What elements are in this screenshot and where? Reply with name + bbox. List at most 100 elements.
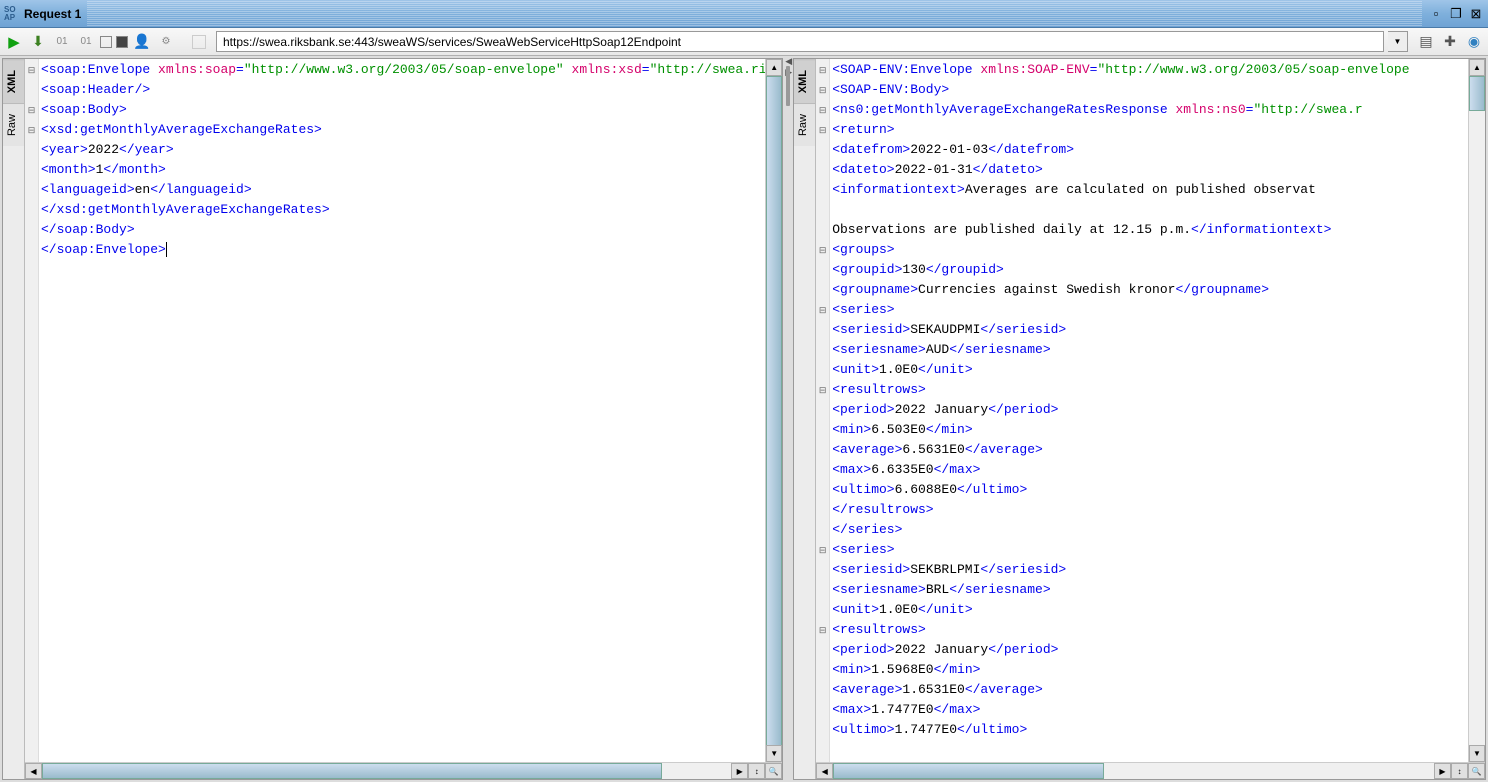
record-button[interactable]	[116, 36, 128, 48]
code-line[interactable]: <seriesid>SEKBRLPMI</seriesid>	[832, 560, 1485, 580]
code-line[interactable]: <min>6.503E0</min>	[832, 420, 1485, 440]
fold-toggle[interactable]	[816, 180, 829, 200]
code-line[interactable]: <xsd:getMonthlyAverageExchangeRates>	[41, 120, 782, 140]
create-script-button[interactable]: 01	[52, 32, 72, 52]
line-wrap-button[interactable]: ↕	[1451, 763, 1468, 779]
code-line[interactable]: <average>6.5631E0</average>	[832, 440, 1485, 460]
scroll-thumb-h[interactable]	[833, 763, 1103, 779]
fold-toggle[interactable]	[816, 500, 829, 520]
fold-toggle[interactable]: ⊟	[816, 100, 829, 120]
code-line[interactable]: <groupname>Currencies against Swedish kr…	[832, 280, 1485, 300]
request-tab-raw[interactable]: Raw	[3, 103, 24, 146]
add-to-testcase-button[interactable]: ⬇	[28, 32, 48, 52]
fold-toggle[interactable]	[816, 220, 829, 240]
fold-toggle[interactable]: ⊟	[816, 300, 829, 320]
code-line[interactable]: <SOAP-ENV:Envelope xmlns:SOAP-ENV="http:…	[832, 60, 1485, 80]
fold-toggle[interactable]	[25, 200, 38, 220]
run-button[interactable]: ▶	[4, 32, 24, 52]
code-line[interactable]: <max>6.6335E0</max>	[832, 460, 1485, 480]
scroll-thumb[interactable]	[766, 76, 782, 756]
code-line[interactable]: <unit>1.0E0</unit>	[832, 360, 1485, 380]
code-line[interactable]: <languageid>en</languageid>	[41, 180, 782, 200]
scroll-up-icon[interactable]: ▲	[766, 59, 782, 76]
settings-button[interactable]: ⚙	[156, 32, 176, 52]
fold-toggle[interactable]	[816, 420, 829, 440]
code-line[interactable]: </soap:Envelope>	[41, 240, 782, 260]
fold-toggle[interactable]	[816, 680, 829, 700]
fold-toggle[interactable]	[816, 260, 829, 280]
fold-toggle[interactable]	[25, 240, 38, 260]
create-script2-button[interactable]: 01	[76, 32, 96, 52]
fold-toggle[interactable]	[816, 160, 829, 180]
fold-toggle[interactable]: ⊟	[816, 240, 829, 260]
fold-toggle[interactable]	[816, 400, 829, 420]
scroll-down-icon[interactable]: ▼	[766, 745, 782, 762]
fold-toggle[interactable]	[25, 160, 38, 180]
fold-toggle[interactable]	[816, 340, 829, 360]
code-line[interactable]: <soap:Header/>	[41, 80, 782, 100]
fold-toggle[interactable]: ⊟	[25, 100, 38, 120]
code-line[interactable]	[832, 200, 1485, 220]
code-line[interactable]: <month>1</month>	[41, 160, 782, 180]
code-line[interactable]: <SOAP-ENV:Body>	[832, 80, 1485, 100]
fold-toggle[interactable]: ⊟	[816, 620, 829, 640]
fold-toggle[interactable]: ⊟	[25, 60, 38, 80]
scroll-up-icon[interactable]: ▲	[1469, 59, 1485, 76]
code-line[interactable]: <ultimo>6.6088E0</ultimo>	[832, 480, 1485, 500]
wsi-button[interactable]: ▤	[1416, 32, 1436, 52]
code-line[interactable]: <resultrows>	[832, 620, 1485, 640]
fold-toggle[interactable]	[816, 580, 829, 600]
code-line[interactable]: </xsd:getMonthlyAverageExchangeRates>	[41, 200, 782, 220]
fold-toggle[interactable]	[816, 660, 829, 680]
export-button[interactable]	[100, 36, 112, 48]
fold-toggle[interactable]: ⊟	[816, 120, 829, 140]
code-line[interactable]: </series>	[832, 520, 1485, 540]
fold-toggle[interactable]	[816, 320, 829, 340]
code-line[interactable]: <period>2022 January</period>	[832, 640, 1485, 660]
code-line[interactable]: <datefrom>2022-01-03</datefrom>	[832, 140, 1485, 160]
request-fold-gutter[interactable]: ⊟⊟⊟	[25, 59, 39, 779]
code-line[interactable]: <series>	[832, 540, 1485, 560]
code-line[interactable]: <period>2022 January</period>	[832, 400, 1485, 420]
scroll-thumb-h[interactable]	[42, 763, 662, 779]
fold-toggle[interactable]: ⊟	[816, 380, 829, 400]
scroll-left-icon[interactable]: ◀	[816, 763, 833, 779]
code-line[interactable]: <dateto>2022-01-31</dateto>	[832, 160, 1485, 180]
request-xml-editor[interactable]: <soap:Envelope xmlns:soap="http://www.w3…	[39, 59, 782, 779]
close-icon[interactable]: ⊠	[1468, 6, 1484, 22]
code-line[interactable]: <min>1.5968E0</min>	[832, 660, 1485, 680]
fold-toggle[interactable]	[816, 440, 829, 460]
fold-toggle[interactable]	[816, 280, 829, 300]
response-tab-xml[interactable]: XML	[794, 59, 815, 103]
code-line[interactable]: Observations are published daily at 12.1…	[832, 220, 1485, 240]
fold-toggle[interactable]	[816, 560, 829, 580]
fold-toggle[interactable]	[816, 480, 829, 500]
response-scrollbar-horizontal[interactable]: ◀ ▶	[816, 763, 1451, 779]
scroll-down-icon[interactable]: ▼	[1469, 745, 1485, 762]
code-line[interactable]: <seriesname>BRL</seriesname>	[832, 580, 1485, 600]
splitter-handle[interactable]	[786, 66, 790, 106]
code-line[interactable]: <informationtext>Averages are calculated…	[832, 180, 1485, 200]
user-button[interactable]: 👤	[132, 32, 152, 52]
fold-toggle[interactable]	[816, 700, 829, 720]
scroll-right-icon[interactable]: ▶	[731, 763, 748, 779]
fold-toggle[interactable]	[816, 140, 829, 160]
scroll-thumb[interactable]	[1469, 76, 1485, 111]
code-line[interactable]: <seriesname>AUD</seriesname>	[832, 340, 1485, 360]
code-line[interactable]: <series>	[832, 300, 1485, 320]
fold-toggle[interactable]	[816, 460, 829, 480]
code-line[interactable]: <soap:Body>	[41, 100, 782, 120]
code-line[interactable]: <ultimo>1.7477E0</ultimo>	[832, 720, 1485, 740]
response-tab-raw[interactable]: Raw	[794, 103, 815, 146]
back-button[interactable]	[192, 35, 206, 49]
fold-toggle[interactable]	[25, 140, 38, 160]
scroll-left-icon[interactable]: ◀	[25, 763, 42, 779]
response-xml-viewer[interactable]: <SOAP-ENV:Envelope xmlns:SOAP-ENV="http:…	[830, 59, 1485, 779]
code-line[interactable]: <groupid>130</groupid>	[832, 260, 1485, 280]
code-line[interactable]: <seriesid>SEKAUDPMI</seriesid>	[832, 320, 1485, 340]
help-button[interactable]: ◉	[1464, 32, 1484, 52]
fold-toggle[interactable]	[25, 220, 38, 240]
code-line[interactable]: <resultrows>	[832, 380, 1485, 400]
fold-toggle[interactable]	[816, 720, 829, 740]
code-line[interactable]: <max>1.7477E0</max>	[832, 700, 1485, 720]
